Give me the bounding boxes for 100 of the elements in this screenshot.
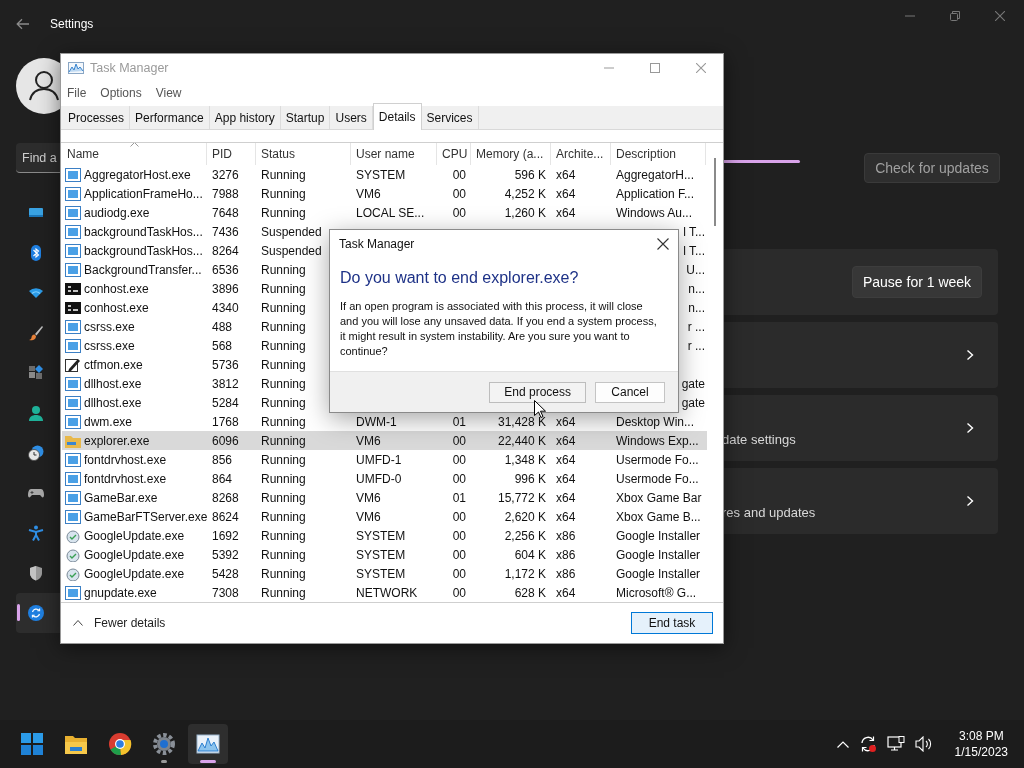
- table-cell-text: Google Installer: [615, 547, 702, 562]
- table-cell-text: 31,428 K: [496, 414, 547, 429]
- close-icon[interactable]: [657, 237, 669, 250]
- column-header[interactable]: Status: [256, 143, 351, 165]
- column-header[interactable]: Memory (a...: [471, 143, 551, 165]
- table-cell-text: Windows Exp...: [615, 433, 700, 448]
- restore-icon[interactable]: [950, 11, 960, 21]
- table-cell-text: x64: [555, 585, 577, 600]
- tab[interactable]: Users: [330, 106, 373, 129]
- process-name: gnupdate.exe: [84, 585, 157, 600]
- table-cell-text: Running: [260, 357, 307, 372]
- process-name: conhost.exe: [84, 281, 149, 296]
- window-icon: [65, 262, 81, 277]
- table-cell-text: gate: [680, 376, 706, 391]
- table-cell-text: 00: [451, 585, 467, 600]
- dialog-button[interactable]: End process: [489, 381, 586, 403]
- table-cell-text: Suspended: [260, 243, 323, 258]
- table-cell-text: 1692: [211, 528, 240, 543]
- clock-globe-icon: [28, 445, 44, 461]
- chevron-right-icon[interactable]: [966, 495, 974, 507]
- tab[interactable]: App history: [209, 106, 281, 129]
- table-cell-text: LOCAL SE...: [355, 205, 426, 220]
- table-cell-text: gate: [680, 395, 706, 410]
- table-cell-text: 6536: [211, 262, 240, 277]
- table-cell-text: AggregatorH...: [615, 167, 696, 182]
- pause-button[interactable]: Pause for 1 week: [852, 266, 982, 298]
- table-cell-text: SYSTEM: [355, 528, 407, 543]
- table-cell-text: VM6: [355, 490, 382, 505]
- tab[interactable]: Processes: [63, 106, 131, 129]
- table-cell-text: Running: [260, 566, 307, 581]
- chevron-up-icon[interactable]: [836, 740, 849, 748]
- clock-time[interactable]: 3:08 PM: [958, 728, 1004, 744]
- window-icon: [65, 338, 81, 353]
- dialog-button[interactable]: Cancel: [595, 381, 665, 403]
- nav-item[interactable]: [16, 593, 60, 633]
- sync-icon[interactable]: [858, 735, 877, 753]
- table-cell-text: 568: [211, 338, 234, 353]
- menu-item[interactable]: File: [67, 86, 87, 100]
- process-name: BackgroundTransfer...: [84, 262, 202, 277]
- search-field[interactable]: Find a: [16, 143, 60, 173]
- chevron-up-icon: [73, 620, 83, 626]
- table-cell-text: 4,252 K: [503, 186, 547, 201]
- table-cell-text: 5392: [211, 547, 240, 562]
- chevron-right-icon[interactable]: [966, 422, 974, 434]
- table-cell-text: x86: [555, 566, 577, 581]
- table-cell-text: x64: [555, 490, 577, 505]
- console-icon: [65, 281, 81, 296]
- table-cell-text: 6096: [211, 433, 240, 448]
- chevron-right-icon[interactable]: [966, 349, 974, 361]
- table-cell-text: Usermode Fo...: [615, 471, 700, 486]
- network-monitor-icon[interactable]: [886, 736, 905, 752]
- scrollbar-thumb[interactable]: [714, 158, 716, 226]
- column-header[interactable]: Name: [62, 143, 207, 165]
- table-cell-text: Running: [260, 376, 307, 391]
- window-icon: [65, 205, 81, 220]
- accessibility-icon: [28, 525, 44, 541]
- menu-item[interactable]: View: [155, 86, 182, 100]
- column-header[interactable]: CPU: [437, 143, 471, 165]
- tab[interactable]: Performance: [130, 106, 210, 129]
- process-name: GameBarFTServer.exe: [84, 509, 208, 524]
- tab[interactable]: Startup: [280, 106, 331, 129]
- browser-icon: [108, 732, 132, 756]
- taskbar-button[interactable]: [188, 724, 228, 764]
- maximize-icon[interactable]: [650, 63, 660, 73]
- fewer-details-link[interactable]: Fewer details: [73, 616, 166, 630]
- window-icon: [65, 452, 81, 467]
- menu-item[interactable]: Options: [100, 86, 142, 100]
- tab[interactable]: Services: [421, 106, 479, 129]
- window-title: Settings: [50, 17, 94, 31]
- column-header[interactable]: Archite...: [551, 143, 611, 165]
- column-header[interactable]: Description: [611, 143, 706, 165]
- table-cell-text: 2,620 K: [503, 509, 547, 524]
- column-header[interactable]: User name: [351, 143, 437, 165]
- table-cell-text: Running: [260, 490, 307, 505]
- installer-icon: [65, 528, 81, 543]
- back-arrow-icon[interactable]: [16, 18, 30, 30]
- gear-icon: [152, 732, 176, 756]
- table-cell-text: Running: [260, 395, 307, 410]
- table-cell-text: 00: [451, 471, 467, 486]
- table-cell-text: SYSTEM: [355, 167, 407, 182]
- installer-icon: [65, 566, 81, 581]
- process-name: dwm.exe: [84, 414, 133, 429]
- column-header[interactable]: PID: [207, 143, 256, 165]
- table-cell-text: Running: [260, 414, 307, 429]
- table-cell-text: 00: [451, 186, 467, 201]
- table-cell-text: Running: [260, 528, 307, 543]
- end-task-button[interactable]: End task: [631, 612, 713, 634]
- window-icon: [65, 186, 81, 201]
- tab[interactable]: Details: [372, 103, 422, 130]
- table-cell-text: 00: [451, 547, 467, 562]
- table-cell-text: 8268: [211, 490, 240, 505]
- sort-caret-icon: [130, 143, 139, 147]
- process-name: GoogleUpdate.exe: [84, 528, 185, 543]
- volume-icon[interactable]: [914, 736, 933, 752]
- clock-date[interactable]: 1/15/2023: [954, 744, 1008, 760]
- window-icon: [65, 243, 81, 258]
- table-cell-text: Running: [260, 205, 307, 220]
- process-name: csrss.exe: [84, 319, 135, 334]
- table-cell-text: 604 K: [513, 547, 547, 562]
- table-cell-text: Running: [260, 509, 307, 524]
